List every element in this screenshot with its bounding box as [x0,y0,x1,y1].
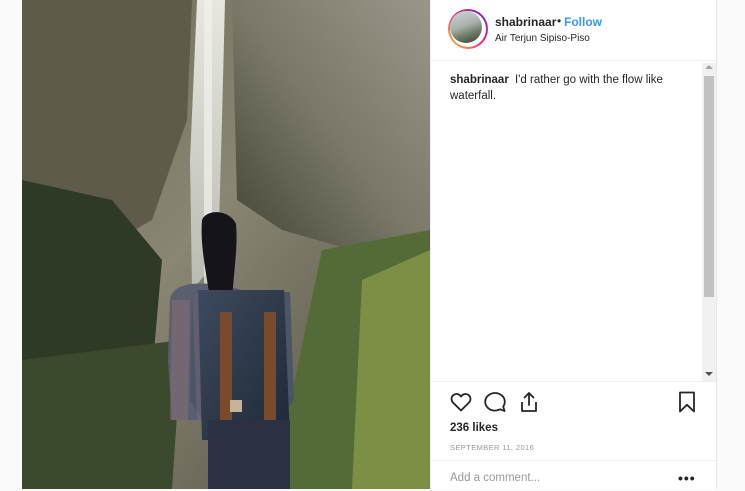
more-options-icon[interactable]: ••• [678,470,696,486]
post-actions: 236 likes SEPTEMBER 11, 2016 Add a comme… [431,381,716,490]
avatar-image [450,11,482,43]
avatar[interactable] [448,9,488,49]
comment-row: Add a comment... ••• [431,460,716,491]
location-link[interactable]: Air Terjun Sipiso-Piso [495,33,590,44]
scrollbar[interactable] [702,63,716,381]
follow-button[interactable]: Follow [564,15,602,29]
waterfall-photo-image [22,0,430,489]
comments-area[interactable]: shabrinaar I'd rather go with the flow l… [431,61,706,381]
caption: shabrinaar I'd rather go with the flow l… [450,72,680,104]
page-gutter-right [716,0,745,489]
caption-username[interactable]: shabrinaar [450,74,509,86]
scroll-up-arrow-icon[interactable] [705,65,713,69]
post-photo[interactable] [22,0,430,489]
speech-bubble-icon[interactable] [483,390,509,416]
post-detail-panel: shabrinaar • Follow Air Terjun Sipiso-Pi… [430,0,716,489]
page-gutter-left [0,0,22,489]
bookmark-icon[interactable] [675,390,701,416]
post-date[interactable]: SEPTEMBER 11, 2016 [450,443,534,452]
heart-icon[interactable] [449,390,475,416]
share-icon[interactable] [517,390,543,416]
post-header: shabrinaar • Follow Air Terjun Sipiso-Pi… [431,0,716,61]
separator-dot: • [557,14,562,28]
scroll-down-arrow-icon[interactable] [705,372,713,376]
comment-input[interactable]: Add a comment... [450,472,540,484]
username-link[interactable]: shabrinaar [495,15,556,29]
likes-count[interactable]: 236 likes [450,422,498,434]
scroll-thumb[interactable] [704,76,714,297]
